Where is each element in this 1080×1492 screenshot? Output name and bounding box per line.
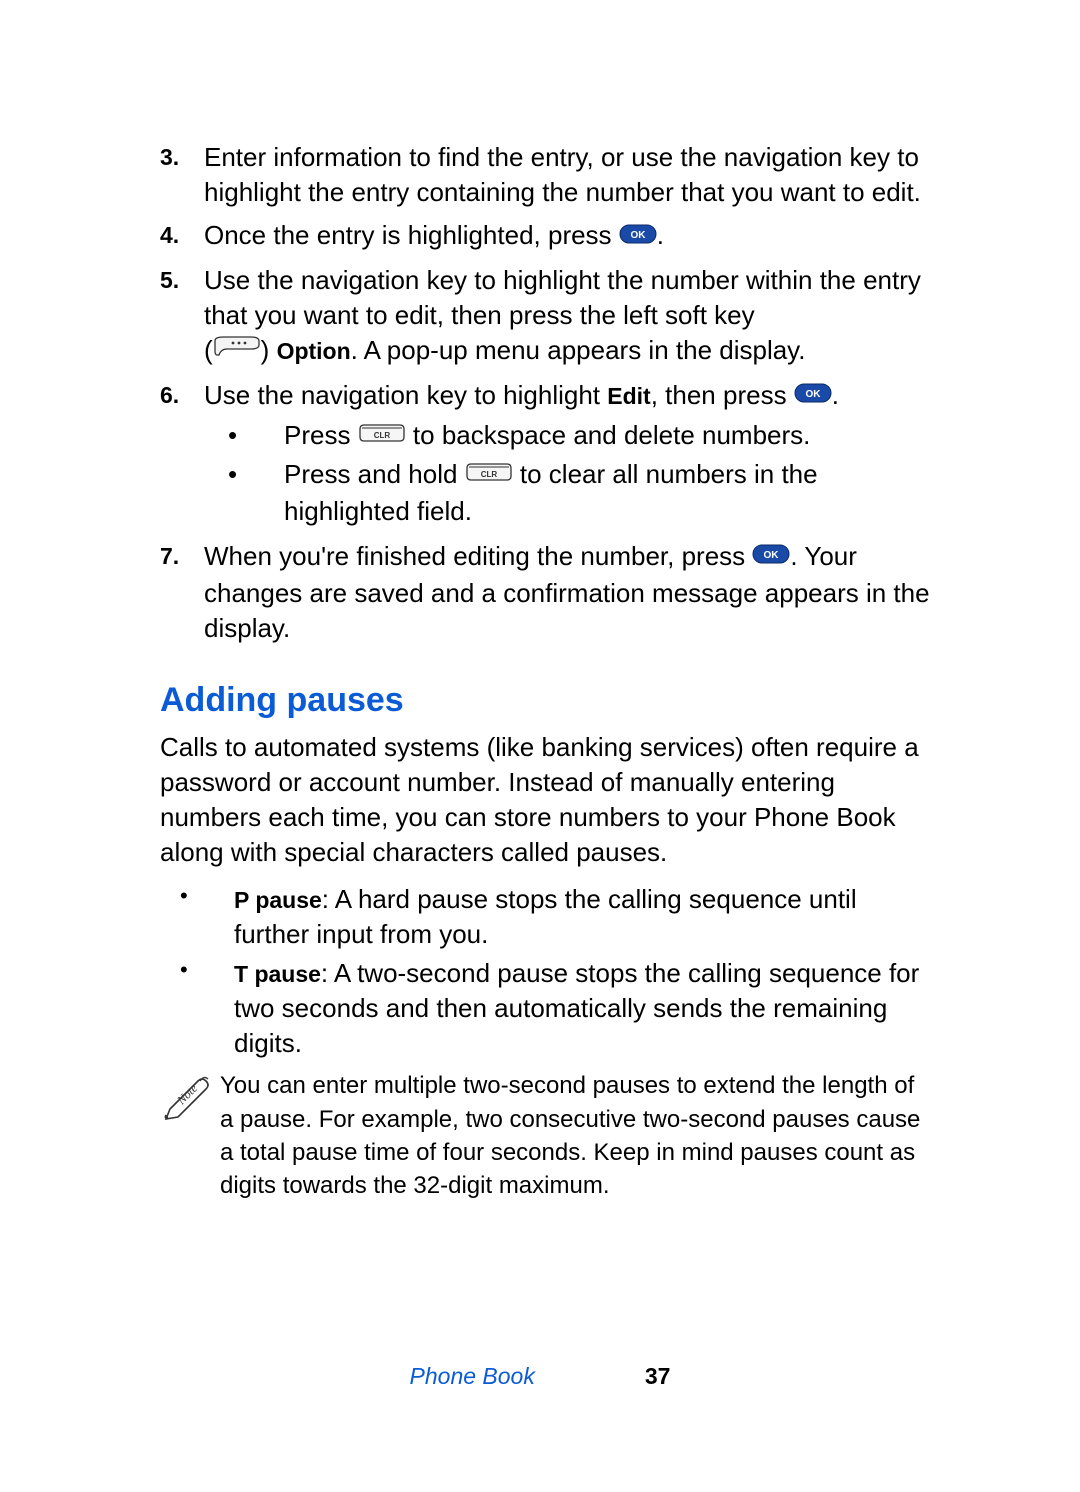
- step-number: 5.: [160, 263, 204, 370]
- option-label: Option: [277, 338, 351, 364]
- step-number: 3.: [160, 140, 204, 210]
- bullet-mark: •: [204, 457, 284, 529]
- svg-text:OK: OK: [630, 230, 646, 241]
- svg-text:CLR: CLR: [373, 431, 390, 440]
- bullet-mark: •: [204, 418, 284, 455]
- note-text: You can enter multiple two-second pauses…: [220, 1069, 930, 1201]
- footer-chapter: Phone Book: [410, 1363, 535, 1389]
- softkey-icon: [213, 333, 261, 368]
- substep-text: to backspace and delete numbers.: [406, 420, 811, 450]
- step-7: 7. When you're finished editing the numb…: [160, 539, 930, 646]
- paren-close: ): [261, 335, 277, 365]
- step-text: Use the navigation key to highlight the …: [204, 265, 921, 330]
- ok-icon: OK: [619, 218, 657, 253]
- list-item: • P pause: A hard pause stops the callin…: [160, 882, 930, 952]
- step-text: .: [832, 380, 839, 410]
- manual-page: 3. Enter information to find the entry, …: [0, 0, 1080, 1492]
- substep: • Press and hold CLR to clear all number…: [204, 457, 930, 529]
- bullet-mark: •: [160, 882, 234, 952]
- step-body: Use the navigation key to highlight the …: [204, 263, 930, 370]
- substeps-list: • Press CLR to backspace and delete numb…: [204, 418, 930, 528]
- ok-icon: OK: [794, 377, 832, 412]
- svg-text:OK: OK: [764, 550, 780, 561]
- page-footer: Phone Book 37: [0, 1361, 1080, 1392]
- footer-page-number: 37: [645, 1363, 671, 1389]
- step-number: 7.: [160, 539, 204, 646]
- item-text: : A hard pause stops the calling sequenc…: [234, 884, 857, 949]
- step-text: , then press: [651, 380, 794, 410]
- substep-text: Press and hold: [284, 459, 465, 489]
- paren-open: (: [204, 335, 213, 365]
- step-body: When you're finished editing the number,…: [204, 539, 930, 646]
- step-body: Enter information to find the entry, or …: [204, 140, 930, 210]
- item-text: : A two-second pause stops the calling s…: [234, 958, 919, 1058]
- step-5: 5. Use the navigation key to highlight t…: [160, 263, 930, 370]
- step-4: 4. Once the entry is highlighted, press …: [160, 218, 930, 255]
- substep-text: Press: [284, 420, 358, 450]
- pause-types-list: • P pause: A hard pause stops the callin…: [160, 882, 930, 1061]
- note-block: Note You can enter multiple two-second p…: [160, 1069, 930, 1201]
- step-number: 4.: [160, 218, 204, 255]
- step-number: 6.: [160, 378, 204, 531]
- step-body: Once the entry is highlighted, press OK.: [204, 218, 930, 255]
- clr-icon: CLR: [358, 418, 406, 453]
- edit-label: Edit: [607, 383, 650, 409]
- step-text: When you're finished editing the number,…: [204, 541, 752, 571]
- list-item: • T pause: A two-second pause stops the …: [160, 956, 930, 1061]
- svg-text:OK: OK: [805, 389, 821, 400]
- step-text: Use the navigation key to highlight: [204, 380, 607, 410]
- list-item-body: P pause: A hard pause stops the calling …: [234, 882, 930, 952]
- intro-paragraph: Calls to automated systems (like banking…: [160, 730, 930, 870]
- substep-body: Press CLR to backspace and delete number…: [284, 418, 810, 455]
- bullet-mark: •: [160, 956, 234, 1061]
- substep-body: Press and hold CLR to clear all numbers …: [284, 457, 930, 529]
- substep: • Press CLR to backspace and delete numb…: [204, 418, 930, 455]
- section-heading: Adding pauses: [160, 678, 930, 724]
- step-text: Once the entry is highlighted, press: [204, 220, 619, 250]
- step-6: 6. Use the navigation key to highlight E…: [160, 378, 930, 531]
- step-body: Use the navigation key to highlight Edit…: [204, 378, 930, 531]
- ok-icon: OK: [752, 538, 790, 573]
- step-text: . A pop-up menu appears in the display.: [351, 335, 806, 365]
- steps-list: 3. Enter information to find the entry, …: [160, 140, 930, 646]
- item-label: T pause: [234, 961, 321, 987]
- item-label: P pause: [234, 887, 322, 913]
- step-text: .: [657, 220, 664, 250]
- step-3: 3. Enter information to find the entry, …: [160, 140, 930, 210]
- list-item-body: T pause: A two-second pause stops the ca…: [234, 956, 930, 1061]
- clr-icon: CLR: [465, 457, 513, 492]
- note-icon: Note: [160, 1069, 220, 1201]
- svg-text:CLR: CLR: [480, 470, 497, 479]
